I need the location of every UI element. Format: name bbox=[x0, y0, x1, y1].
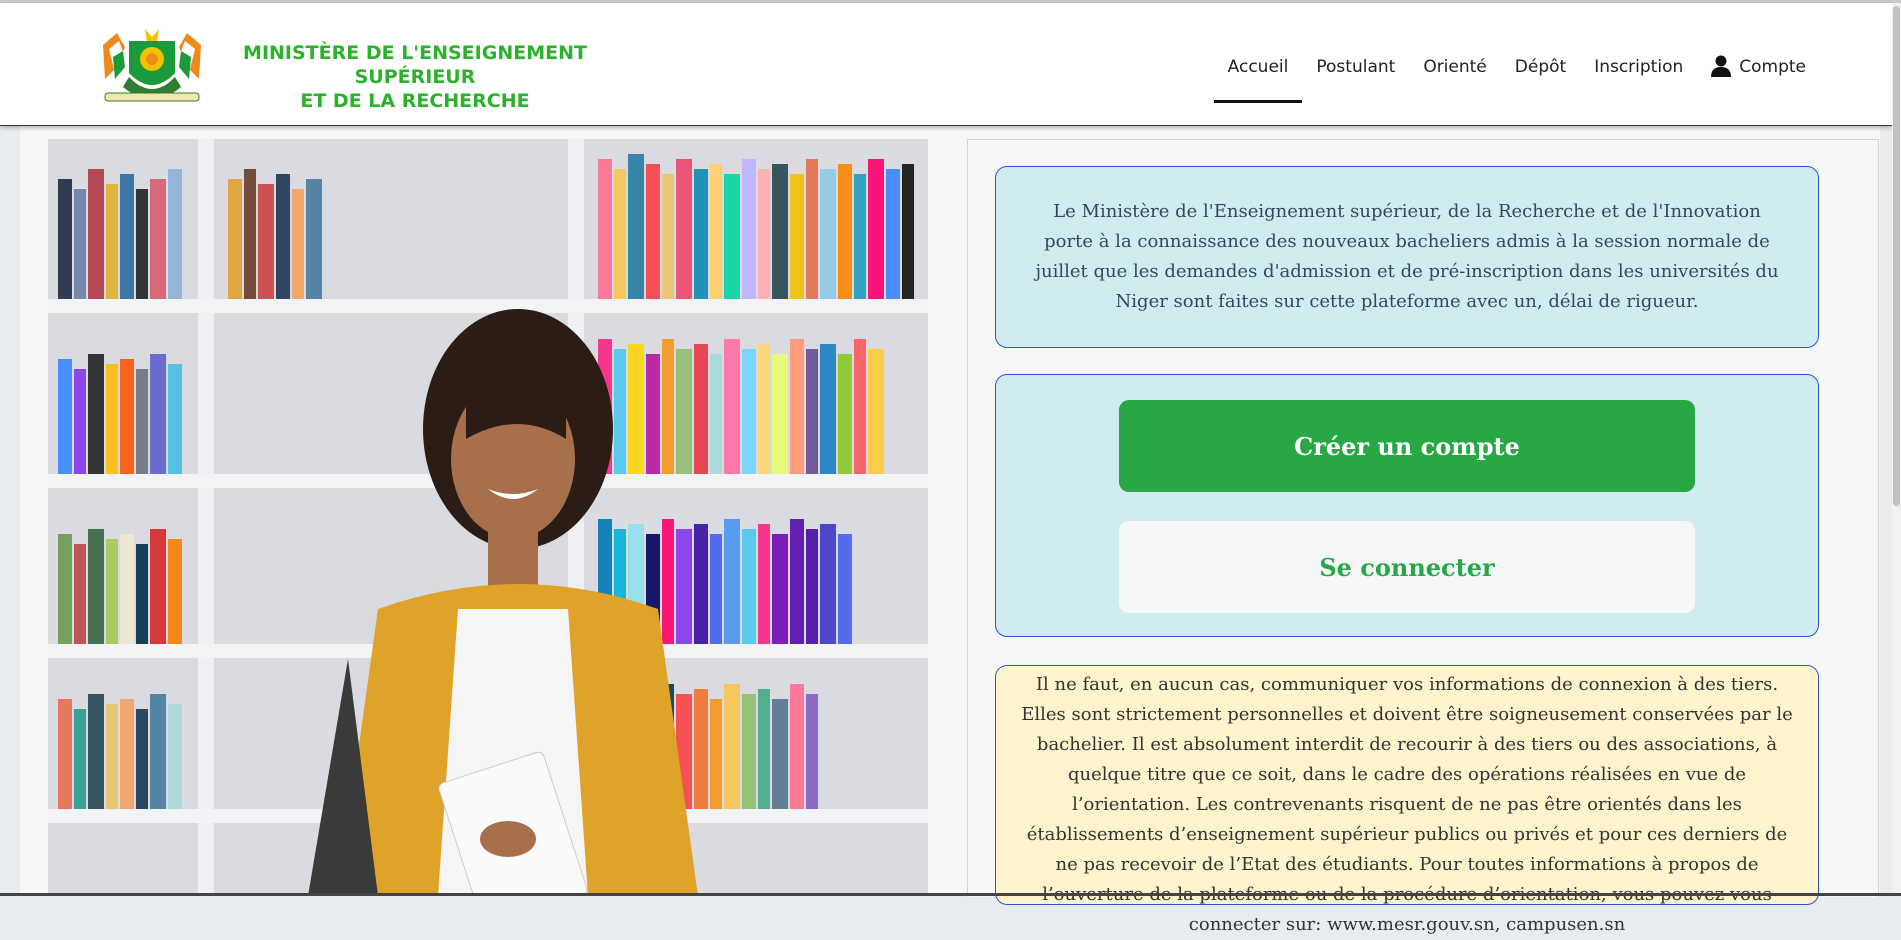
hero-image bbox=[48, 139, 928, 896]
main-nav: Accueil Postulant Orienté Dépôt Inscript… bbox=[1213, 43, 1820, 103]
student-with-bookshelf-photo bbox=[48, 139, 928, 896]
site-header: MINISTÈRE DE L'ENSEIGNEMENT SUPÉRIEUR ET… bbox=[0, 3, 1892, 126]
user-icon bbox=[1711, 55, 1732, 77]
account-actions: Créer un compte Se connecter bbox=[995, 374, 1819, 637]
nav-item-compte[interactable]: Compte bbox=[1697, 43, 1820, 101]
nav-item-label: Inscription bbox=[1594, 57, 1684, 77]
login-button[interactable]: Se connecter bbox=[1119, 521, 1695, 613]
scrollbar-thumb[interactable] bbox=[1893, 6, 1900, 506]
nav-item-label: Dépôt bbox=[1514, 57, 1567, 77]
coat-of-arms-icon[interactable] bbox=[95, 27, 209, 107]
info-text: Le Ministère de l'Enseignement supérieur… bbox=[1035, 201, 1779, 312]
nav-item-label: Accueil bbox=[1227, 57, 1289, 77]
nav-item-label: Orienté bbox=[1423, 57, 1487, 77]
warning-text: Il ne faut, en aucun cas, communiquer vo… bbox=[1021, 674, 1793, 935]
nav-item-postulant[interactable]: Postulant bbox=[1302, 43, 1409, 101]
nav-item-depot[interactable]: Dépôt bbox=[1501, 43, 1580, 101]
nav-item-label: Postulant bbox=[1316, 57, 1396, 77]
nav-item-oriente[interactable]: Orienté bbox=[1409, 43, 1500, 101]
nav-item-label: Compte bbox=[1739, 57, 1806, 77]
brand-line-2: ET DE LA RECHERCHE bbox=[300, 90, 530, 112]
create-account-button[interactable]: Créer un compte bbox=[1119, 400, 1695, 492]
brand-line-1: MINISTÈRE DE L'ENSEIGNEMENT SUPÉRIEUR bbox=[243, 42, 587, 88]
nav-item-accueil[interactable]: Accueil bbox=[1213, 43, 1303, 103]
nav-item-inscription[interactable]: Inscription bbox=[1580, 43, 1697, 101]
warning-notice: Il ne faut, en aucun cas, communiquer vo… bbox=[995, 665, 1819, 935]
ministry-brand[interactable]: MINISTÈRE DE L'ENSEIGNEMENT SUPÉRIEUR ET… bbox=[205, 41, 625, 113]
info-notice: Le Ministère de l'Enseignement supérieur… bbox=[995, 166, 1819, 348]
